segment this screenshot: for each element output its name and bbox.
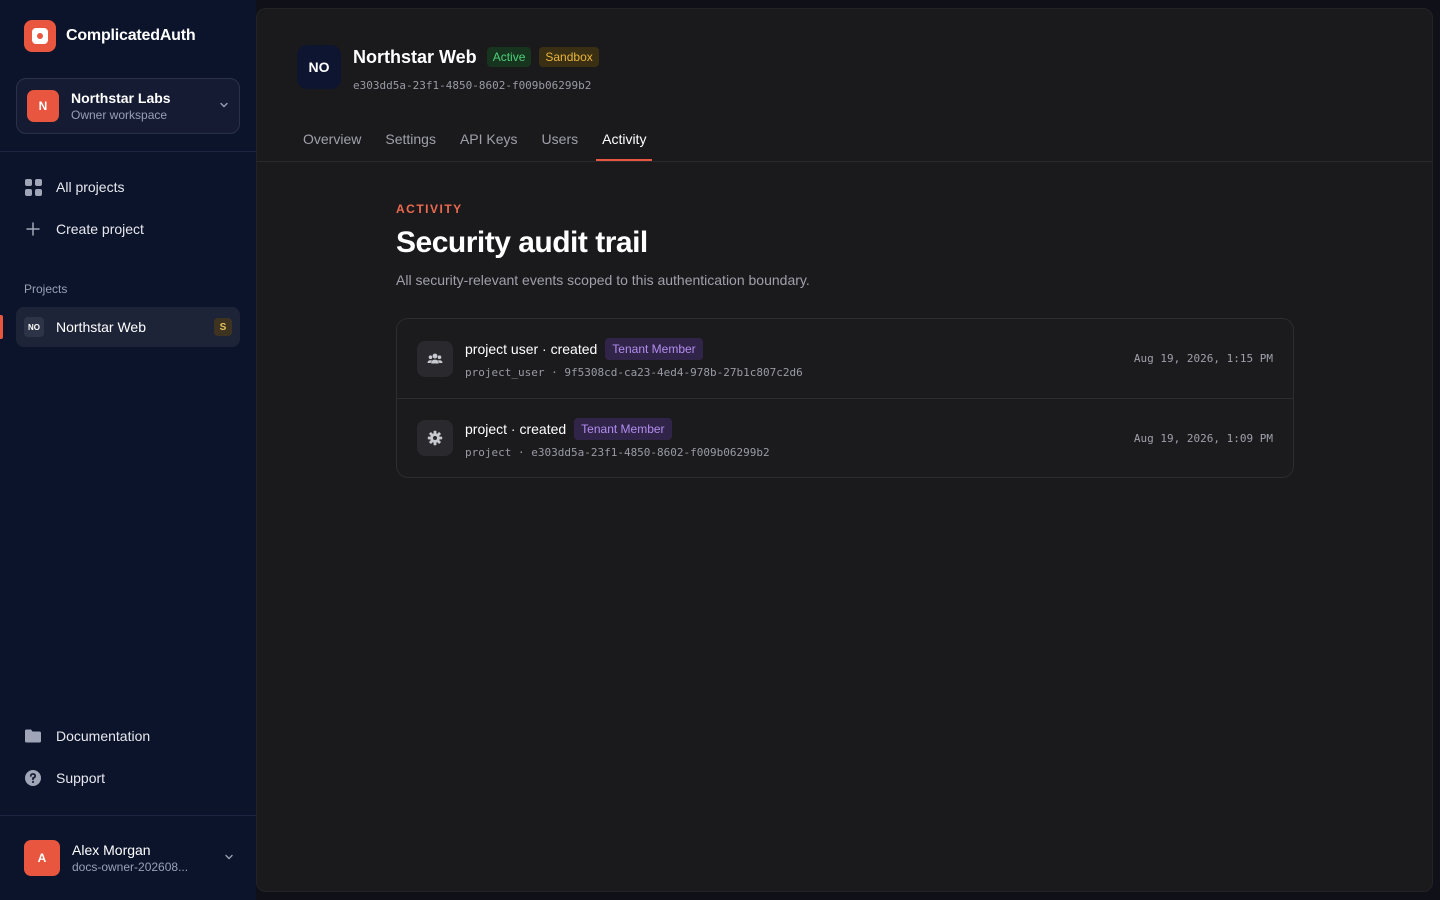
sidebar-divider [0,815,256,816]
project-avatar: NO [24,317,44,337]
chevron-down-icon [224,851,234,865]
audit-event-list: project user · created Tenant Member pro… [396,318,1294,478]
workspace-name: Northstar Labs [71,90,171,106]
project-name: Northstar Web [56,319,146,335]
role-badge: Tenant Member [605,338,703,360]
sidebar-item-support[interactable]: Support [16,759,240,797]
tab-activity[interactable]: Activity [596,123,653,161]
tab-settings[interactable]: Settings [379,123,442,159]
sidebar-item-documentation[interactable]: Documentation [16,717,240,755]
logo-icon [24,20,56,52]
plus-icon [24,220,42,238]
active-indicator [0,315,3,339]
event-title: project user · created [465,341,598,357]
sidebar-item-all-projects[interactable]: All projects [16,168,240,206]
sandbox-badge: S [214,318,232,336]
list-item[interactable]: project user · created Tenant Member pro… [397,319,1293,398]
sidebar-item-create-project[interactable]: Create project [16,210,240,248]
gear-icon [417,420,453,456]
activity-section: ACTIVITY Security audit trail All securi… [396,202,1294,478]
brand-name: ComplicatedAuth [66,27,196,44]
user-name: Alex Morgan [72,842,151,858]
sidebar-item-label: Support [56,770,106,786]
section-description: All security-relevant events scoped to t… [396,272,810,288]
sidebar-item-label: Documentation [56,728,151,744]
chevron-down-icon [219,99,229,113]
help-icon [24,769,42,787]
workspace-switcher[interactable]: N Northstar Labs Owner workspace [16,78,240,134]
event-timestamp: Aug 19, 2026, 1:15 PM [1133,352,1273,365]
section-eyebrow: ACTIVITY [396,202,463,216]
project-header: NO Northstar Web Active Sandbox e303dd5a… [297,45,599,92]
sidebar-item-label: Create project [56,221,144,237]
workspace-role: Owner workspace [71,108,168,122]
users-icon [417,340,453,377]
folder-icon [24,727,42,745]
user-menu[interactable]: A Alex Morgan docs-owner-202608... [24,840,234,876]
user-email: docs-owner-202608... [72,860,189,874]
tab-api-keys[interactable]: API Keys [454,123,524,159]
sidebar-item-label: All projects [56,179,125,195]
list-item[interactable]: project · created Tenant Member project … [397,398,1293,477]
event-timestamp: Aug 19, 2026, 1:09 PM [1133,431,1273,445]
sidebar-divider [0,151,256,152]
project-avatar: NO [297,45,341,89]
sidebar: ComplicatedAuth N Northstar Labs Owner w… [0,0,256,900]
avatar: A [24,840,60,876]
section-title: Security audit trail [396,226,648,259]
project-tabs: Overview Settings API Keys Users Activit… [297,123,653,161]
grid-icon [24,178,42,196]
environment-badge: Sandbox [539,47,599,67]
main-panel: NO Northstar Web Active Sandbox e303dd5a… [256,8,1433,892]
status-badge: Active [486,47,532,67]
role-badge: Tenant Member [574,417,672,440]
page-title: Northstar Web [353,46,477,67]
project-id[interactable]: e303dd5a-23f1-4850-8602-f009b06299b2 [353,79,599,92]
projects-section-label: Projects [24,282,68,296]
sidebar-item-northstar-web[interactable]: NO Northstar Web S [0,307,240,347]
tab-overview[interactable]: Overview [297,123,367,159]
workspace-avatar: N [27,90,59,122]
tab-users[interactable]: Users [536,123,585,159]
event-title: project · created [465,420,567,437]
brand[interactable]: ComplicatedAuth [24,20,196,52]
event-subject: project_user · 9f5308cd-ca23-4ed4-978b-2… [465,366,803,379]
event-subject: project · e303dd5a-23f1-4850-8602-f009b0… [465,445,770,459]
tabs-divider [257,161,1432,162]
